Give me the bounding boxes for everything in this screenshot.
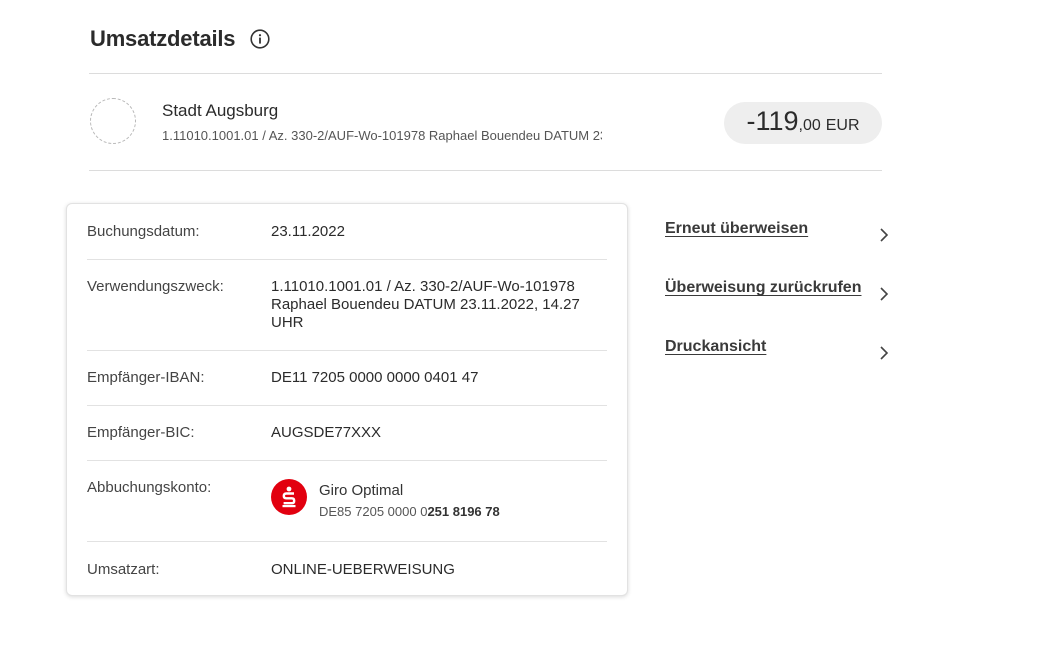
recipient-bic-label: Empfänger-BIC: xyxy=(87,424,195,441)
transfer-again-link[interactable]: Erneut überweisen xyxy=(665,220,895,279)
debit-account-iban: DE85 7205 0000 0251 8196 78 xyxy=(319,504,500,519)
row-divider xyxy=(87,259,607,260)
row-divider xyxy=(87,405,607,406)
recipient-bic-value: AUGSDE77XXX xyxy=(271,424,382,441)
amount-badge: -119 ,00 EUR xyxy=(724,102,882,144)
actions-panel: Erneut überweisen Überweisung zurückrufe… xyxy=(665,220,895,397)
info-circle-icon[interactable] xyxy=(250,29,270,49)
transaction-type-label: Umsatzart: xyxy=(87,561,160,578)
chevron-right-icon[interactable] xyxy=(878,226,890,244)
chevron-right-icon[interactable] xyxy=(878,285,890,303)
header-divider xyxy=(89,73,882,74)
sparkasse-logo-icon xyxy=(271,479,307,515)
amount-decimals: ,00 xyxy=(798,117,821,134)
amount-currency: EUR xyxy=(825,117,860,134)
chevron-right-icon[interactable] xyxy=(878,344,890,362)
debit-account-label: Abbuchungskonto: xyxy=(87,479,212,496)
row-divider xyxy=(87,460,607,461)
page-header: Umsatzdetails xyxy=(90,26,270,52)
summary-divider xyxy=(89,170,882,171)
detail-row-debit-account: Abbuchungskonto: Giro Optimal DE85 7205 … xyxy=(87,479,607,519)
payee-subtitle: 1.11010.1001.01 / Az. 330-2/AUF-Wo-10197… xyxy=(162,128,602,143)
payee-name: Stadt Augsburg xyxy=(162,101,279,120)
recall-transfer-link[interactable]: Überweisung zurückrufen xyxy=(665,279,895,338)
booking-date-value: 23.11.2022 xyxy=(271,223,345,240)
row-divider xyxy=(87,350,607,351)
page-title: Umsatzdetails xyxy=(90,26,236,51)
amount-integer: -119 xyxy=(746,106,799,136)
print-view-link[interactable]: Druckansicht xyxy=(665,338,895,397)
details-card: Buchungsdatum: 23.11.2022 Verwendungszwe… xyxy=(66,203,628,596)
debit-account-name: Giro Optimal xyxy=(319,482,404,499)
recipient-iban-value: DE11 7205 0000 0000 0401 47 xyxy=(271,369,479,386)
transaction-type-value: ONLINE-UEBERWEISUNG xyxy=(271,561,455,578)
print-view-label[interactable]: Druckansicht xyxy=(665,338,766,355)
recipient-iban-label: Empfänger-IBAN: xyxy=(87,369,205,386)
purpose-label: Verwendungszweck: xyxy=(87,278,224,295)
row-divider xyxy=(87,541,607,542)
recall-transfer-label[interactable]: Überweisung zurückrufen xyxy=(665,279,861,296)
booking-date-label: Buchungsdatum: xyxy=(87,223,200,240)
transfer-again-label[interactable]: Erneut überweisen xyxy=(665,220,808,237)
purpose-value: 1.11010.1001.01 / Az. 330-2/AUF-Wo-10197… xyxy=(271,278,580,331)
payee-avatar xyxy=(90,98,136,144)
